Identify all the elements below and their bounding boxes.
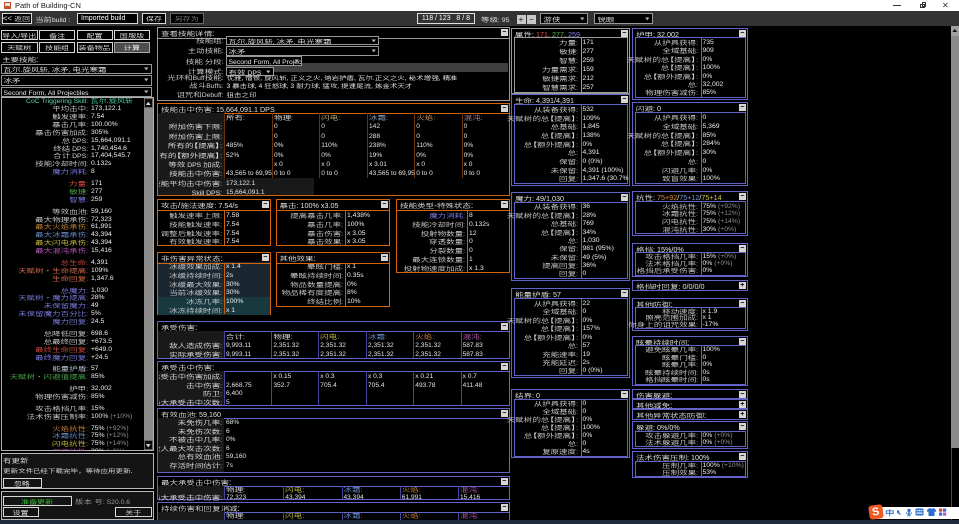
svg-text:中: 中 bbox=[885, 507, 895, 518]
